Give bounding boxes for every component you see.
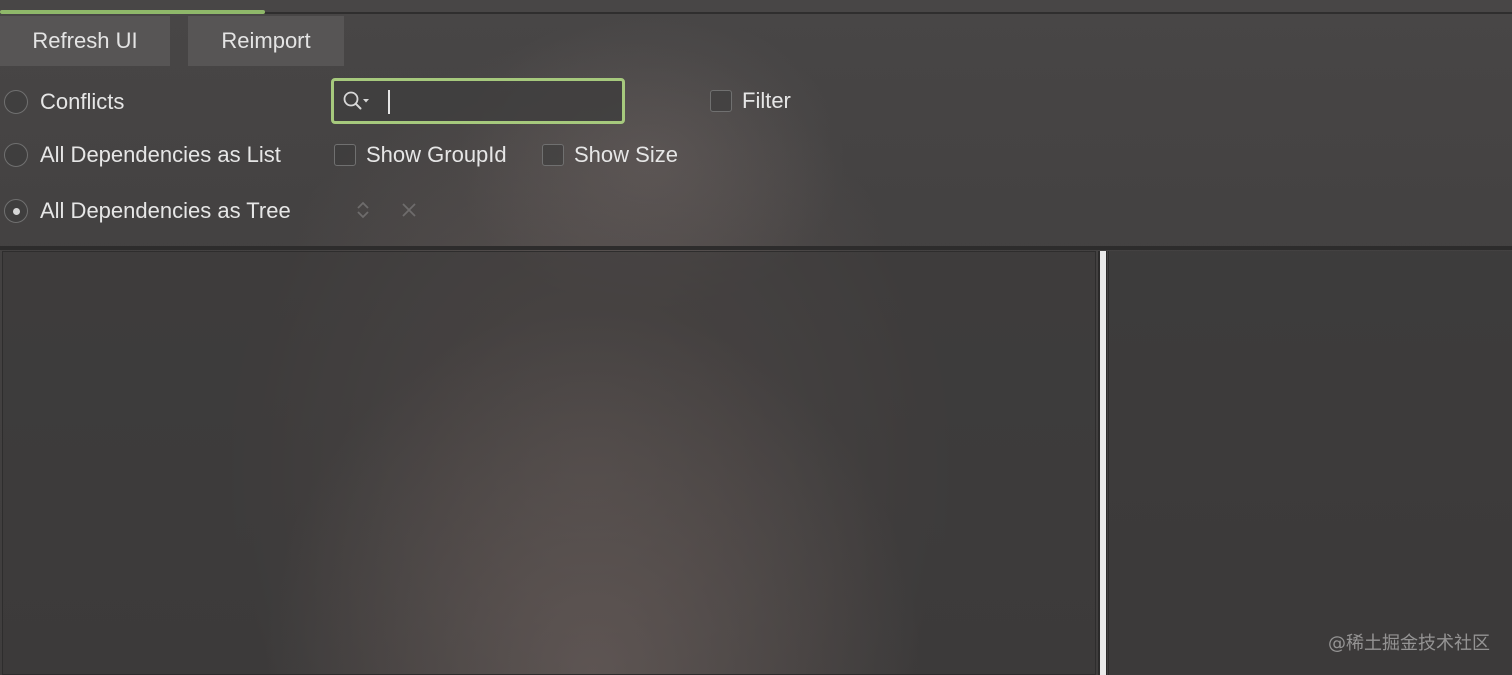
radio-button-list[interactable] (4, 143, 28, 167)
expand-collapse-icon[interactable] (351, 198, 375, 222)
filter-checkbox-row[interactable]: Filter (710, 86, 791, 116)
radio-all-dependencies-list[interactable]: All Dependencies as List (4, 140, 281, 170)
radio-button-conflicts[interactable] (4, 90, 28, 114)
search-field[interactable] (331, 78, 649, 124)
radio-label-list: All Dependencies as List (40, 142, 281, 167)
radio-label-tree: All Dependencies as Tree (40, 198, 291, 223)
dependency-tree-panel[interactable] (2, 251, 1096, 675)
panel-divider (0, 246, 1512, 250)
show-size-checkbox-row[interactable]: Show Size (542, 140, 678, 170)
details-panel[interactable] (1108, 251, 1512, 675)
radio-all-dependencies-tree[interactable]: All Dependencies as Tree (4, 196, 291, 226)
show-size-checkbox[interactable] (542, 144, 564, 166)
show-groupid-checkbox-row[interactable]: Show GroupId (334, 140, 507, 170)
show-groupid-label: Show GroupId (366, 142, 507, 167)
text-caret (388, 90, 390, 114)
show-size-label: Show Size (574, 142, 678, 167)
close-icon[interactable] (397, 198, 421, 222)
radio-button-tree[interactable] (4, 199, 28, 223)
active-tab-indicator (0, 10, 265, 14)
radio-label-conflicts: Conflicts (40, 89, 125, 114)
filter-label: Filter (742, 88, 791, 113)
show-groupid-checkbox[interactable] (334, 144, 356, 166)
reimport-button[interactable]: Reimport (188, 16, 344, 66)
search-icon[interactable] (342, 81, 372, 121)
radio-conflicts[interactable]: Conflicts (4, 87, 124, 117)
search-input[interactable] (372, 81, 649, 121)
refresh-ui-button[interactable]: Refresh UI (0, 16, 170, 66)
dependency-analyzer-window: Refresh UI Reimport Conflicts All Depend… (0, 0, 1512, 675)
watermark: @稀土掘金技术社区 (1328, 633, 1490, 654)
splitter-handle[interactable] (1100, 251, 1106, 675)
filter-checkbox[interactable] (710, 90, 732, 112)
